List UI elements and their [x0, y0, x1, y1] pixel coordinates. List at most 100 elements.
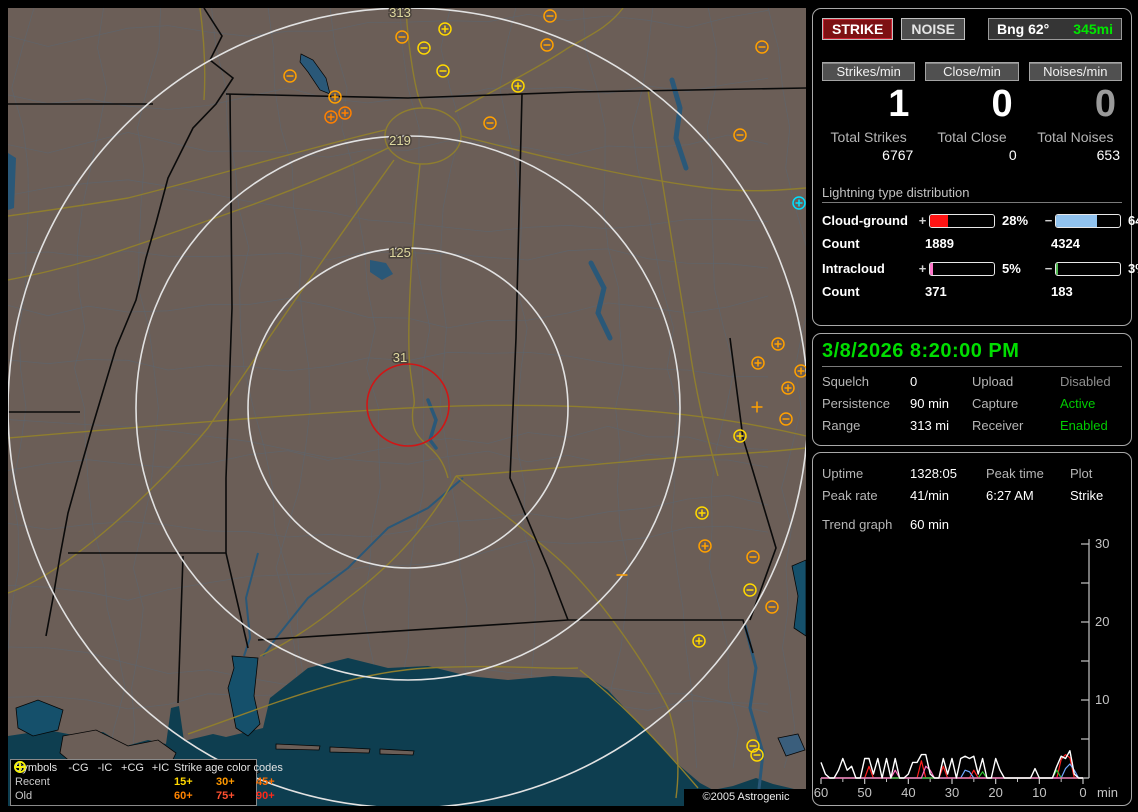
status-row-persistence: Persistence90 minCaptureActive	[822, 396, 1122, 411]
trend-graph-window: 60 min	[910, 517, 1122, 532]
trend-panel: Uptime1328:05Peak timePlot Peak rate41/mi…	[812, 452, 1132, 806]
count-label: Count	[822, 236, 916, 251]
distribution-count-row: Count18894324	[822, 236, 1122, 251]
lightning-map[interactable]: 313 219 125 31 Symbols -CG -IC +CG +IC Stri…	[8, 8, 806, 806]
status-value-2: Enabled	[1060, 418, 1122, 433]
minus-sign: −	[1042, 261, 1055, 276]
x-tick-label: 0	[1079, 785, 1086, 800]
current-datetime: 3/8/2026 8:20:00 PM	[822, 340, 1122, 363]
bearing-badge: Bng 62° 345mi	[988, 18, 1122, 40]
distribution-divider	[822, 202, 1122, 203]
plus-sign: +	[916, 213, 929, 228]
total-value: 0	[925, 147, 1018, 163]
legend-row-label: Old	[15, 790, 65, 802]
total-label: Total Noises	[1029, 129, 1122, 145]
age-code-45plus: 45+	[256, 776, 294, 788]
negative-percent-bar	[1055, 262, 1121, 276]
y-tick-label: 10	[1095, 692, 1109, 707]
trend-series-total_strikes_per_min	[821, 751, 1083, 778]
x-tick-label: 40	[901, 785, 915, 800]
legend-col-cg-neg: -CG	[65, 762, 92, 774]
info-label: Uptime	[822, 466, 910, 481]
positive-percent-bar	[929, 262, 995, 276]
age-code-60plus: 60+	[174, 790, 216, 802]
distribution-type-label: Cloud-ground	[822, 213, 916, 228]
negative-percent: 3%	[1123, 261, 1138, 276]
positive-bar-fill	[930, 263, 933, 275]
age-code-90plus: 90+	[256, 790, 294, 802]
info-row-peak-rate: Peak rate41/min6:27 AMStrike	[822, 488, 1122, 503]
distribution-title: Lightning type distribution	[822, 185, 1122, 200]
ring-label-125: 125	[389, 245, 411, 260]
info-cell-3: Peak time	[986, 466, 1070, 481]
total-value: 6767	[822, 147, 915, 163]
legend-row-label: Recent	[15, 776, 65, 788]
status-label-2: Capture	[972, 396, 1060, 411]
ring-label-313: 313	[389, 8, 411, 20]
ring-label-219: 219	[389, 133, 411, 148]
legend-col-ic-pos: +IC	[147, 762, 174, 774]
strike-symbol-ic_pos	[15, 762, 24, 771]
distribution-type-label: Intracloud	[822, 261, 916, 276]
y-tick-label: 30	[1095, 536, 1109, 551]
legend-row-old: Old60+75+90+	[15, 789, 252, 803]
status-row-squelch: Squelch0UploadDisabled	[822, 374, 1122, 389]
info-value: 1328:05	[910, 466, 986, 481]
status-value: 90 min	[910, 396, 972, 411]
x-tick-label: 10	[1032, 785, 1046, 800]
copyright-notice: ©2005 Astrogenic Systems	[684, 789, 806, 806]
legend-col-ic-neg: -IC	[92, 762, 118, 774]
bearing-range: 345mi	[1073, 21, 1113, 37]
age-code-30plus: 30+	[216, 776, 256, 788]
distribution-row-cloud-ground: Cloud-ground+28%−64%	[822, 213, 1122, 228]
info-label: Peak rate	[822, 488, 910, 503]
status-label: Range	[822, 418, 910, 433]
x-tick-label: 20	[988, 785, 1002, 800]
x-tick-label: 30	[945, 785, 959, 800]
negative-percent: 64%	[1123, 213, 1138, 228]
negative-count: 183	[1042, 284, 1122, 299]
positive-bar-fill	[930, 215, 948, 227]
bearing-value: Bng 62°	[997, 21, 1049, 37]
info-cell-4: Strike	[1070, 488, 1122, 503]
status-value: 0	[910, 374, 972, 389]
positive-count: 371	[916, 284, 1042, 299]
map-canvas: 313 219 125 31	[8, 8, 806, 806]
rate-value: 0	[925, 83, 1018, 125]
minus-sign: −	[1042, 213, 1055, 228]
symbol-legend: Symbols -CG -IC +CG +IC Strike age color…	[10, 759, 257, 806]
total-label: Total Strikes	[822, 129, 915, 145]
noise-mode-button[interactable]: NOISE	[901, 18, 965, 40]
trend-graph-label: Trend graph	[822, 517, 910, 532]
info-value: 41/min	[910, 488, 986, 503]
positive-percent-bar	[929, 214, 995, 228]
status-label-2: Upload	[972, 374, 1060, 389]
status-label: Squelch	[822, 374, 910, 389]
status-label-2: Receiver	[972, 418, 1060, 433]
legend-row-recent: Recent15+30+45+	[15, 775, 252, 789]
negative-bar-fill	[1056, 263, 1058, 275]
age-code-15plus: 15+	[174, 776, 216, 788]
status-value: 313 mi	[910, 418, 972, 433]
distribution-count-row: Count371183	[822, 284, 1122, 299]
status-row-range: Range313 miReceiverEnabled	[822, 418, 1122, 433]
rate-chip-strikes-min: Strikes/min	[822, 62, 915, 81]
info-cell-3: 6:27 AM	[986, 488, 1070, 503]
distribution-row-intracloud: Intracloud+5%−3%	[822, 261, 1122, 276]
total-value: 653	[1029, 147, 1122, 163]
datetime-divider	[822, 366, 1122, 367]
x-tick-label: 50	[857, 785, 871, 800]
total-label: Total Close	[925, 129, 1018, 145]
x-axis-unit: min	[1097, 785, 1118, 800]
info-row-uptime: Uptime1328:05Peak timePlot	[822, 466, 1122, 481]
status-panel: 3/8/2026 8:20:00 PM Squelch0UploadDisabl…	[812, 333, 1132, 446]
strike-mode-button[interactable]: STRIKE	[822, 18, 893, 40]
status-value-2: Active	[1060, 396, 1122, 411]
ring-label-31: 31	[393, 350, 407, 365]
info-cell-4: Plot	[1070, 466, 1122, 481]
count-label: Count	[822, 284, 916, 299]
negative-count: 4324	[1042, 236, 1122, 251]
trend-graph: 1020306050403020100min	[813, 531, 1131, 805]
status-value-2: Disabled	[1060, 374, 1122, 389]
negative-bar-fill	[1056, 215, 1097, 227]
